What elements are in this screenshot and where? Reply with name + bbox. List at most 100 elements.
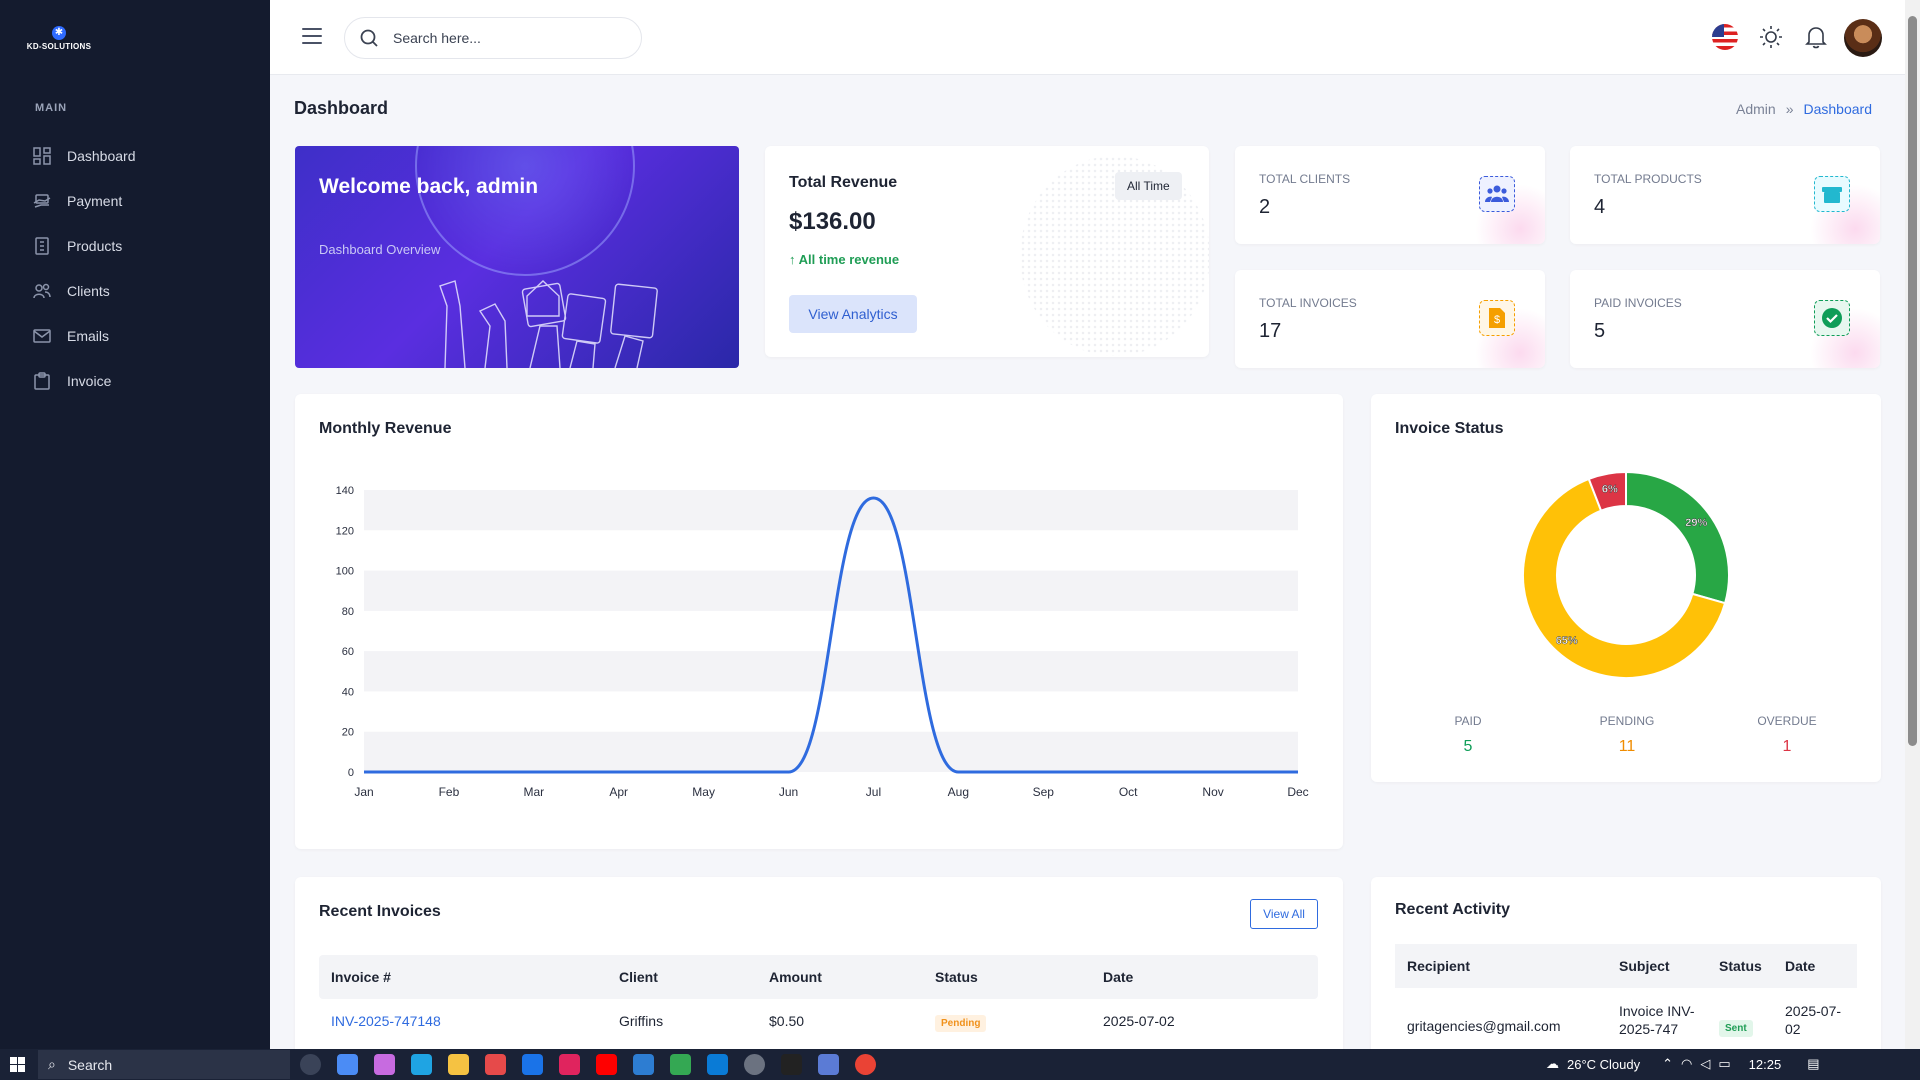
table-row[interactable]: INV-2025-747148 Griffins $0.50 Pending 2… bbox=[319, 999, 1318, 1043]
tray-chevron-icon[interactable]: ⌃ bbox=[1662, 1056, 1673, 1072]
sidebar-item-label: Payment bbox=[67, 192, 123, 209]
y-tick-label: 0 bbox=[348, 767, 354, 779]
music-app-icon[interactable] bbox=[559, 1054, 580, 1075]
column-header[interactable]: Date bbox=[1103, 969, 1303, 985]
status-badge: Pending bbox=[935, 1015, 987, 1032]
activity-table: Recipient Subject Status Date gritagenci… bbox=[1395, 944, 1857, 1038]
youtube-icon[interactable] bbox=[596, 1054, 617, 1075]
volume-icon[interactable]: ◁ bbox=[1700, 1056, 1710, 1072]
search-box[interactable] bbox=[344, 17, 642, 59]
slice-label: 29% bbox=[1685, 517, 1707, 529]
sidebar-item-payment[interactable]: Payment bbox=[0, 178, 270, 223]
scrollbar-thumb[interactable] bbox=[1908, 16, 1917, 746]
slice-label: 65% bbox=[1556, 635, 1578, 647]
welcome-subtitle: Dashboard Overview bbox=[319, 242, 441, 257]
sidebar-item-label: Invoice bbox=[67, 372, 112, 389]
us-flag-icon[interactable] bbox=[1712, 24, 1738, 50]
stat-value: 2 bbox=[1259, 196, 1271, 218]
invoice-link[interactable]: INV-2025-747148 bbox=[319, 1013, 619, 1029]
stat-value: 4 bbox=[1594, 196, 1606, 218]
breadcrumb-admin[interactable]: Admin bbox=[1736, 101, 1776, 117]
view-all-button[interactable]: View All bbox=[1250, 899, 1318, 929]
terminal-icon[interactable] bbox=[781, 1054, 802, 1075]
notepad-icon[interactable] bbox=[633, 1054, 654, 1075]
svg-text:$: $ bbox=[1494, 314, 1500, 326]
copilot-icon[interactable] bbox=[374, 1054, 395, 1075]
table-header: Recipient Subject Status Date bbox=[1395, 944, 1857, 988]
stat-card-paid-invoices[interactable]: PAID INVOICES 5 bbox=[1570, 270, 1880, 368]
file-explorer-icon[interactable] bbox=[448, 1054, 469, 1075]
legend-value: 1 bbox=[1782, 738, 1792, 755]
column-header[interactable]: Amount bbox=[769, 969, 935, 985]
sidebar-item-dashboard[interactable]: Dashboard bbox=[0, 133, 270, 178]
sidebar-item-clients[interactable]: Clients bbox=[0, 268, 270, 313]
sidebar-item-label: Products bbox=[67, 237, 123, 254]
taskbar-search-label: Search bbox=[67, 1056, 113, 1073]
taskbar-search[interactable]: ⌕ Search bbox=[38, 1050, 290, 1079]
table-header: Invoice # Client Amount Status Date bbox=[319, 955, 1318, 999]
sidebar-item-emails[interactable]: Emails bbox=[0, 313, 270, 358]
y-tick-label: 120 bbox=[336, 525, 354, 537]
x-tick-label: Mar bbox=[523, 785, 544, 799]
vscode-icon[interactable] bbox=[707, 1054, 728, 1075]
search-input[interactable] bbox=[393, 30, 613, 46]
legend-pending: PENDING 11 bbox=[1567, 714, 1687, 756]
widgets-icon[interactable] bbox=[337, 1054, 358, 1075]
weather-icon[interactable]: ☁ bbox=[1546, 1056, 1559, 1072]
stat-card-total-products[interactable]: TOTAL PRODUCTS 4 bbox=[1570, 146, 1880, 244]
bell-icon[interactable] bbox=[1803, 24, 1829, 50]
edge-icon[interactable] bbox=[411, 1054, 432, 1075]
chevron-right-icon: » bbox=[1785, 101, 1794, 117]
table-row[interactable]: gritagencies@gmail.com Invoice INV-2025-… bbox=[1395, 988, 1857, 1038]
outlook-icon[interactable] bbox=[522, 1054, 543, 1075]
store-icon[interactable] bbox=[485, 1054, 506, 1075]
column-header[interactable]: Date bbox=[1785, 958, 1855, 974]
column-header[interactable]: Invoice # bbox=[319, 969, 619, 985]
clock-time[interactable]: 12:25 bbox=[1749, 1057, 1782, 1072]
check-circle-icon bbox=[1814, 300, 1850, 336]
stat-value: 17 bbox=[1259, 320, 1282, 342]
sidebar-item-products[interactable]: Products bbox=[0, 223, 270, 268]
column-header[interactable]: Subject bbox=[1619, 958, 1719, 974]
sidebar-item-invoice[interactable]: Invoice bbox=[0, 358, 270, 403]
x-tick-label: Apr bbox=[609, 785, 628, 799]
app-icon[interactable] bbox=[818, 1054, 839, 1075]
revenue-note-text: All time revenue bbox=[798, 252, 900, 267]
task-view-icon[interactable] bbox=[300, 1054, 321, 1075]
y-tick-label: 140 bbox=[336, 485, 354, 497]
chatgpt-icon[interactable] bbox=[744, 1054, 765, 1075]
time-filter-button[interactable]: All Time bbox=[1115, 172, 1182, 200]
stat-card-total-clients[interactable]: TOTAL CLIENTS 2 bbox=[1235, 146, 1545, 244]
user-avatar[interactable] bbox=[1844, 19, 1882, 57]
brand-logo[interactable]: ✱ KD-SOLUTIONS bbox=[24, 26, 94, 51]
column-header[interactable]: Status bbox=[935, 969, 1103, 985]
view-analytics-button[interactable]: View Analytics bbox=[789, 295, 917, 333]
activity-date: 2025-07-02 bbox=[1785, 1003, 1842, 1037]
column-header[interactable]: Recipient bbox=[1395, 958, 1619, 974]
legend-label: PENDING bbox=[1599, 714, 1655, 728]
windows-start-icon[interactable] bbox=[10, 1057, 25, 1072]
play-icon[interactable] bbox=[670, 1054, 691, 1075]
stat-label: PAID INVOICES bbox=[1594, 296, 1682, 310]
recent-activity-card: Recent Activity Recipient Subject Status… bbox=[1371, 877, 1881, 1077]
column-header[interactable]: Status bbox=[1719, 958, 1785, 974]
invoice-status-donut: 29% 65% 6% bbox=[1522, 470, 1730, 679]
stat-card-total-invoices[interactable]: TOTAL INVOICES 17 $ bbox=[1235, 270, 1545, 368]
stat-label: TOTAL PRODUCTS bbox=[1594, 172, 1702, 186]
grid-band bbox=[364, 570, 1298, 611]
column-header[interactable]: Client bbox=[619, 969, 769, 985]
recent-invoices-card: Recent Invoices View All Invoice # Clien… bbox=[295, 877, 1343, 1077]
invoice-client: Griffins bbox=[619, 1013, 664, 1029]
grid-band bbox=[364, 731, 1298, 772]
breadcrumb: Admin » Dashboard bbox=[1736, 101, 1872, 117]
keyboard-icon[interactable]: ▭ bbox=[1718, 1056, 1730, 1072]
sun-icon[interactable] bbox=[1758, 24, 1784, 50]
chrome-icon[interactable] bbox=[855, 1054, 876, 1075]
revenue-line bbox=[363, 496, 1298, 774]
revenue-amount: $136.00 bbox=[789, 208, 876, 235]
weather-text[interactable]: 26°C Cloudy bbox=[1567, 1057, 1640, 1072]
notifications-icon[interactable]: ▤ bbox=[1807, 1056, 1819, 1072]
windows-taskbar: ⌕ Search ☁ 26°C Cloudy ⌃ ◠ ◁ ▭ 12:25 ▤ bbox=[0, 1049, 1920, 1080]
wifi-icon[interactable]: ◠ bbox=[1681, 1056, 1692, 1072]
menu-toggle-icon[interactable] bbox=[302, 28, 322, 44]
